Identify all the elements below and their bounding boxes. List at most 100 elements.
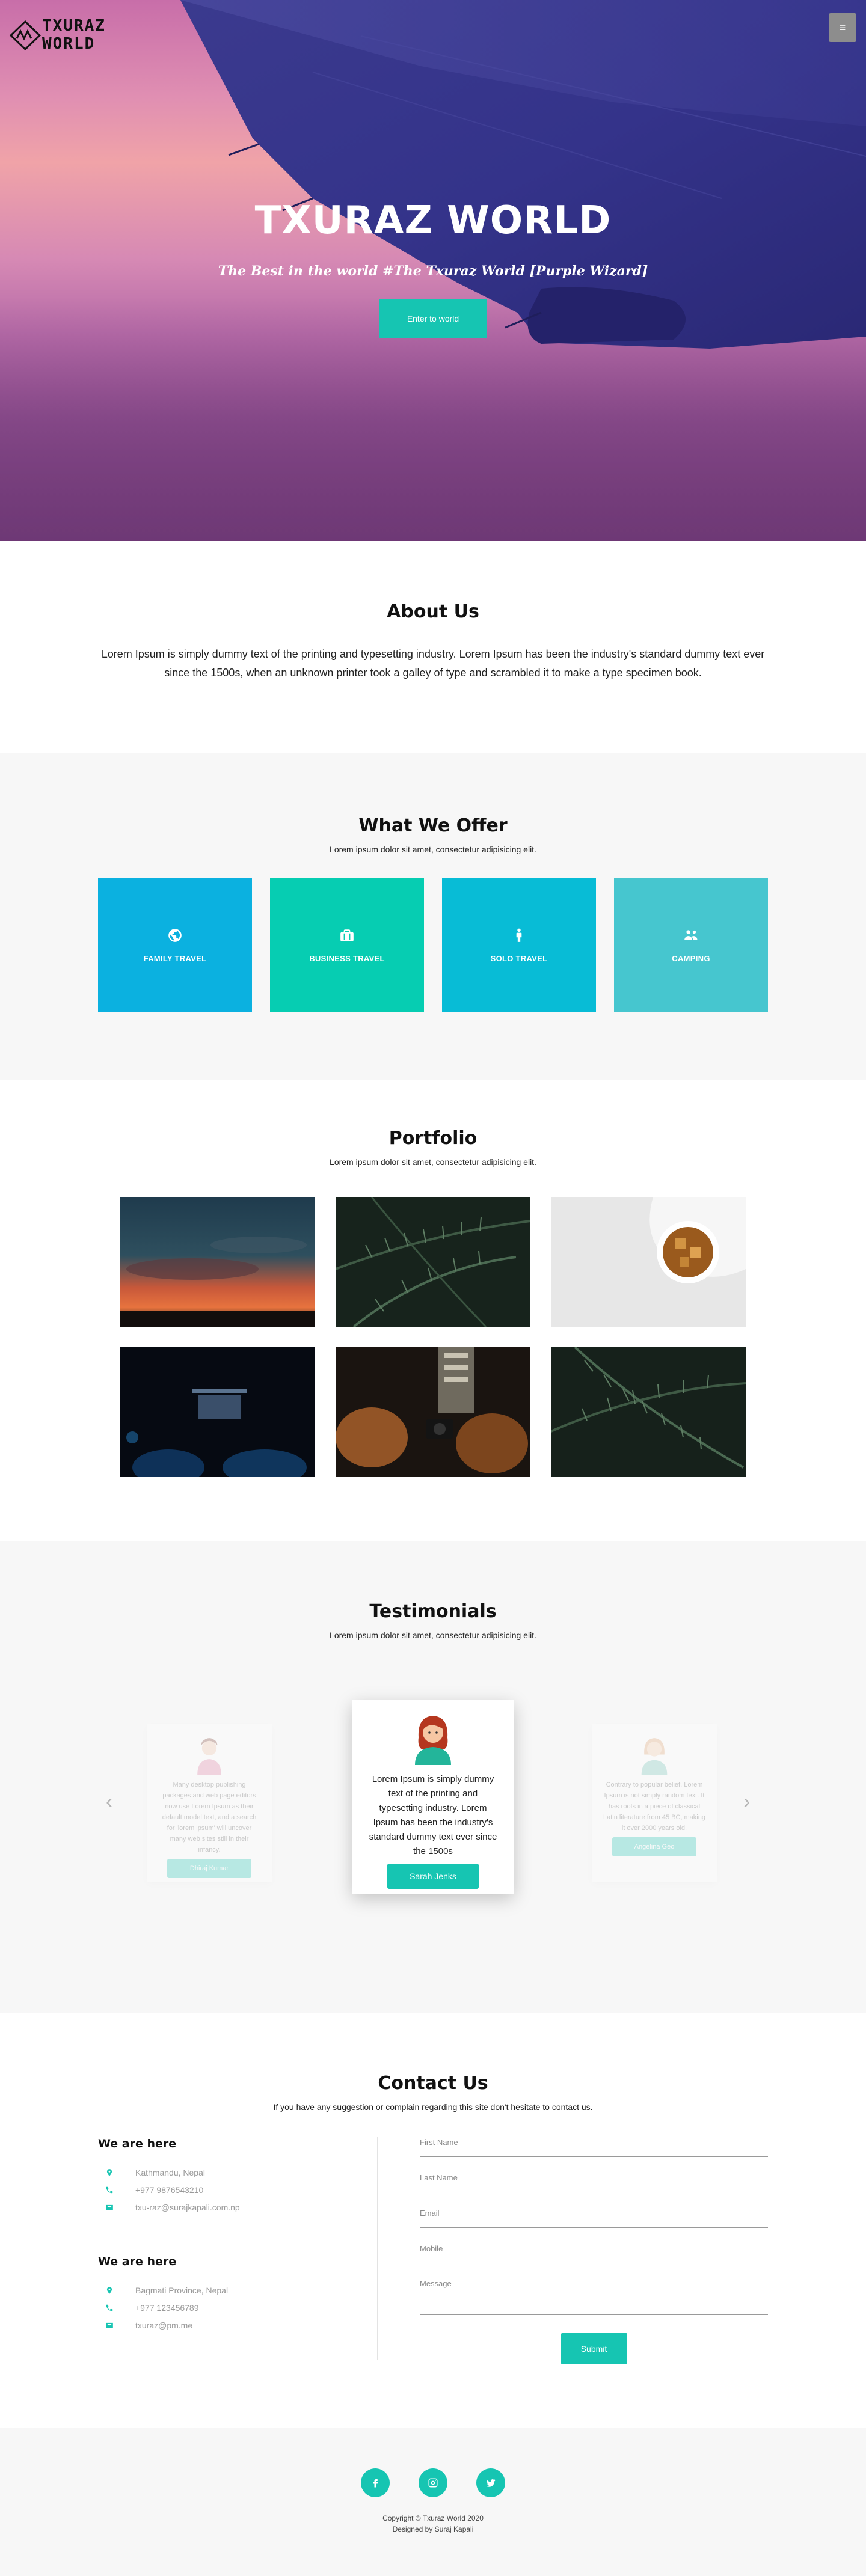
offer-section: What We Offer Lorem ipsum dolor sit amet… [0, 753, 866, 1080]
chevron-right-icon: › [743, 1790, 751, 1813]
map-pin-icon [106, 2168, 112, 2176]
avatar [415, 1716, 451, 1765]
about-section: About Us Lorem Ipsum is simply dummy tex… [0, 541, 866, 753]
group-icon [684, 929, 698, 940]
hero-title: TXURAZ WORLD [254, 198, 612, 243]
about-text: Lorem Ipsum is simply dummy text of the … [101, 648, 765, 679]
email-field-wrap [420, 2208, 768, 2228]
map-pin-icon [106, 2286, 112, 2294]
chevron-left-icon: ‹ [106, 1790, 113, 1813]
copyright: Copyright © Txuraz World 2020 Designed b… [0, 2513, 866, 2535]
fern-leaves-image [336, 1197, 530, 1327]
testimonial-name-button[interactable]: Dhiraj Kumar [167, 1859, 251, 1878]
offer-label: SOLO TRAVEL [490, 953, 548, 963]
phone-icon [106, 2186, 113, 2193]
site-logo[interactable]: TXURAZ WORLD [8, 14, 111, 57]
camera-city-image [336, 1347, 530, 1477]
location-list: Bagmati Province, Nepal +977 123456789 t… [98, 2281, 353, 2334]
logo-text-line2: WORLD [42, 35, 96, 53]
offer-card-camping[interactable]: CAMPING [614, 878, 768, 1012]
testimonials-section: Testimonials Lorem ipsum dolor sit amet,… [0, 1541, 866, 2013]
offer-grid: FAMILY TRAVEL BUSINESS TRAVEL SOLO TRAVE… [0, 878, 866, 1012]
location-address: Bagmati Province, Nepal [98, 2281, 353, 2299]
hero-section: TXURAZ WORLD ≡ TXURAZ WORLD The Best in … [0, 0, 866, 541]
iced-drink-image [551, 1197, 746, 1327]
about-title: About Us [387, 601, 479, 622]
portfolio-item-fern-leaves[interactable] [336, 1197, 530, 1327]
enter-world-button[interactable]: Enter to world [379, 299, 487, 338]
location-block: We are here Bagmati Province, Nepal +977… [98, 2255, 353, 2334]
logo-text-line1: TXURAZ [42, 17, 106, 35]
portfolio-subtitle: Lorem ipsum dolor sit amet, consectetur … [330, 1157, 536, 1167]
carousel-prev-button[interactable]: ‹ [106, 1791, 112, 1812]
offer-label: BUSINESS TRAVEL [309, 953, 385, 963]
menu-button[interactable]: ≡ [829, 13, 856, 42]
sunset-sky-image [120, 1197, 315, 1327]
envelope-icon [106, 2204, 113, 2210]
offer-card-solo-travel[interactable]: SOLO TRAVEL [442, 878, 596, 1012]
contact-title: Contact Us [378, 2073, 488, 2094]
hamburger-icon: ≡ [839, 21, 846, 34]
carousel-next-button[interactable]: › [743, 1791, 750, 1812]
location-title: We are here [98, 2255, 177, 2268]
twitter-button[interactable] [476, 2468, 505, 2497]
testimonial-name-button[interactable]: Sarah Jenks [387, 1864, 479, 1889]
location-email[interactable]: txuraz@pm.me [98, 2316, 353, 2334]
portfolio-grid [120, 1197, 746, 1477]
email-input[interactable] [420, 2209, 768, 2218]
location-address: Kathmandu, Nepal [98, 2164, 353, 2181]
avatar [641, 1738, 668, 1775]
fern-leaves-image [551, 1347, 746, 1477]
social-links [0, 2468, 866, 2497]
location-list: Kathmandu, Nepal +977 9876543210 txu-raz… [98, 2164, 353, 2216]
location-phone[interactable]: +977 123456789 [98, 2299, 353, 2316]
copyright-text: Copyright © Txuraz World 2020 [382, 2514, 484, 2522]
last-name-input[interactable] [420, 2173, 768, 2182]
contact-locations: We are here Kathmandu, Nepal +977 987654… [98, 2137, 378, 2360]
message-field-wrap [420, 2279, 768, 2315]
portfolio-item-sunset-sky[interactable] [120, 1197, 315, 1327]
location-phone[interactable]: +977 9876543210 [98, 2181, 353, 2198]
portfolio-item-concert[interactable] [120, 1347, 315, 1477]
last-name-field-wrap [420, 2173, 768, 2192]
testimonial-card-active: Lorem Ipsum is simply dummy text of the … [352, 1700, 514, 1894]
briefcase-icon [340, 929, 354, 941]
phone-icon [106, 2304, 113, 2311]
testimonial-text: Contrary to popular belief, Lorem Ipsum … [603, 1781, 705, 1832]
location-block: We are here Kathmandu, Nepal +977 987654… [98, 2137, 353, 2216]
avatar [197, 1738, 221, 1775]
message-textarea[interactable] [420, 2279, 768, 2313]
testimonial-card: Contrary to popular belief, Lorem Ipsum … [592, 1724, 717, 1882]
portfolio-item-iced-drink[interactable] [551, 1197, 746, 1327]
designed-by-text: Designed by Suraj Kapali [392, 2525, 474, 2533]
facebook-icon [373, 2479, 378, 2488]
submit-button[interactable]: Submit [560, 2333, 627, 2364]
mobile-input[interactable] [420, 2244, 768, 2253]
first-name-field-wrap [420, 2137, 768, 2157]
testimonial-carousel: ‹ Many desktop publishing packages and w… [0, 1700, 866, 1953]
offer-card-business-travel[interactable]: BUSINESS TRAVEL [270, 878, 424, 1012]
location-email[interactable]: txu-raz@surajkapali.com.np [98, 2198, 353, 2216]
portfolio-item-camera-city[interactable] [336, 1347, 530, 1477]
envelope-icon [106, 2322, 113, 2328]
mobile-field-wrap [420, 2244, 768, 2263]
testimonial-name-button[interactable]: Angelina Geo [612, 1837, 696, 1856]
first-name-input[interactable] [420, 2138, 768, 2147]
footer: Copyright © Txuraz World 2020 Designed b… [0, 2428, 866, 2576]
instagram-button[interactable] [419, 2468, 447, 2497]
location-title: We are here [98, 2137, 177, 2150]
concert-image [120, 1347, 315, 1477]
testimonial-card: Many desktop publishing packages and web… [147, 1724, 272, 1882]
offer-card-family-travel[interactable]: FAMILY TRAVEL [98, 878, 252, 1012]
person-icon [516, 928, 522, 942]
offer-title: What We Offer [358, 815, 508, 836]
testimonials-title: Testimonials [369, 1601, 497, 1622]
portfolio-section: Portfolio Lorem ipsum dolor sit amet, co… [0, 1080, 866, 1541]
offer-label: CAMPING [672, 953, 710, 963]
globe-icon [168, 928, 182, 942]
testimonial-text: Many desktop publishing packages and web… [162, 1781, 257, 1853]
twitter-icon [486, 2479, 496, 2487]
portfolio-item-fern-leaves-2[interactable] [551, 1347, 746, 1477]
testimonial-text: Lorem Ipsum is simply dummy text of the … [369, 1774, 497, 1856]
facebook-button[interactable] [361, 2468, 390, 2497]
